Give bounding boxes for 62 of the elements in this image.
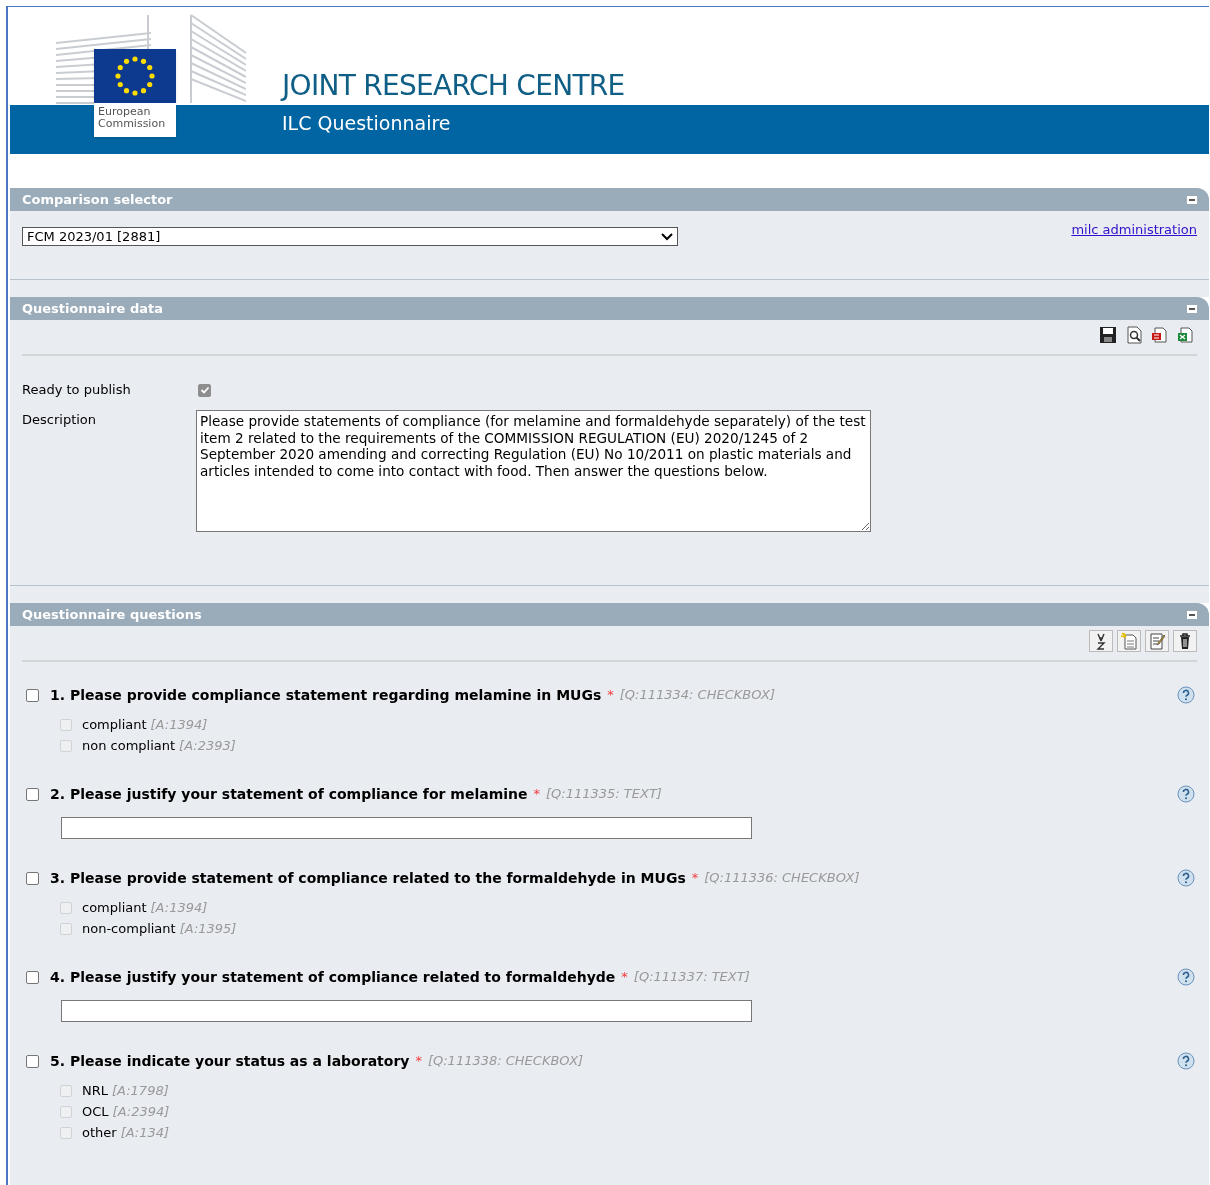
- option-meta: [A:2394]: [112, 1103, 170, 1122]
- panel-title: Questionnaire questions: [22, 605, 202, 624]
- question-text: 2. Please justify your statement of compliance for melamine: [50, 784, 528, 804]
- option-meta: [A:1395]: [179, 920, 237, 939]
- question-text: 1. Please provide compliance statement regarding melamine in MUGs: [50, 685, 602, 705]
- checkbox[interactable]: [26, 970, 39, 984]
- option-meta: [A:1394]: [150, 899, 208, 918]
- collapse-button[interactable]: [1187, 304, 1197, 313]
- required-marker: *: [621, 968, 628, 987]
- option-meta: [A:134]: [120, 1124, 170, 1143]
- chevron-down-icon: [661, 232, 673, 241]
- required-marker: *: [691, 869, 699, 888]
- delete-icon[interactable]: [1173, 630, 1197, 652]
- help-icon[interactable]: [1177, 686, 1195, 704]
- option-label: NRL: [82, 1082, 108, 1101]
- admin-link[interactable]: milc administration: [1071, 220, 1197, 240]
- option-label: OCL: [82, 1103, 109, 1122]
- question-meta: [Q:111335: TEXT]: [546, 785, 662, 804]
- help-icon[interactable]: [1177, 869, 1195, 887]
- save-icon[interactable]: [1097, 324, 1119, 346]
- option-label: compliant: [82, 899, 147, 918]
- field-label: Description: [22, 411, 98, 429]
- option-label: non compliant: [82, 737, 176, 756]
- option-meta: [A:2393]: [179, 737, 236, 756]
- help-icon[interactable]: [1177, 968, 1195, 986]
- question-meta: [Q:111334: CHECKBOX]: [619, 686, 776, 705]
- question-text: 5. Please indicate your status as a laboratory: [50, 1051, 410, 1071]
- site-title: JOINT RESEARCH CENTRE: [282, 69, 625, 103]
- collapse-button[interactable]: [1187, 195, 1197, 204]
- panel-title: Comparison selector: [22, 190, 173, 209]
- eu-flag-icon: [94, 49, 176, 103]
- description-field[interactable]: Please provide statements of compliance (for melamine and formaldehyde separately) of the test item 2 related to the requirements of the COMMISSION REGULATION (EU) 2020/1245 of 2 September 2020 amending and correcting Regulation (EU) No 10/2011 on plastic materials and articles intended to come into contact with food. Then answer the questions below.: [196, 410, 871, 532]
- checkbox[interactable]: [26, 871, 39, 885]
- checkbox[interactable]: [26, 1054, 39, 1068]
- panel-title: Questionnaire data: [22, 299, 164, 318]
- required-marker: *: [533, 785, 541, 804]
- question-meta: [Q:111336: CHECKBOX]: [704, 869, 860, 888]
- answer-field[interactable]: [61, 1000, 752, 1022]
- required-marker: *: [415, 1052, 422, 1071]
- sort-icon[interactable]: [1089, 630, 1113, 652]
- option-label: other: [82, 1124, 117, 1143]
- help-icon[interactable]: [1177, 785, 1195, 803]
- required-marker: *: [607, 686, 614, 705]
- checkbox[interactable]: [198, 383, 211, 397]
- option-label: compliant: [82, 716, 147, 735]
- help-icon[interactable]: [1177, 1052, 1195, 1070]
- question-text: 3. Please provide statement of compliance related to the formaldehyde in MUGs: [50, 868, 686, 888]
- comparison-dropdown[interactable]: FCM 2023/01 [2881]: [22, 227, 678, 246]
- option-meta: [A:1798]: [112, 1082, 169, 1101]
- page-subtitle: ILC Questionnaire: [282, 111, 451, 135]
- option-label: non-compliant: [82, 920, 176, 939]
- checkbox[interactable]: [26, 787, 39, 801]
- question-meta: [Q:111337: TEXT]: [633, 968, 750, 987]
- question-text: 4. Please justify your statement of compliance related to formaldehyde: [50, 967, 616, 987]
- logo-text: European Commission: [94, 103, 176, 137]
- answer-field[interactable]: [61, 817, 752, 839]
- question-meta: [Q:111338: CHECKBOX]: [427, 1052, 584, 1071]
- checkbox[interactable]: [26, 688, 39, 702]
- option-meta: [A:1394]: [150, 716, 208, 735]
- field-label: Ready to publish: [22, 381, 132, 400]
- collapse-button[interactable]: [1187, 610, 1197, 619]
- edit-document-icon[interactable]: [1145, 630, 1169, 652]
